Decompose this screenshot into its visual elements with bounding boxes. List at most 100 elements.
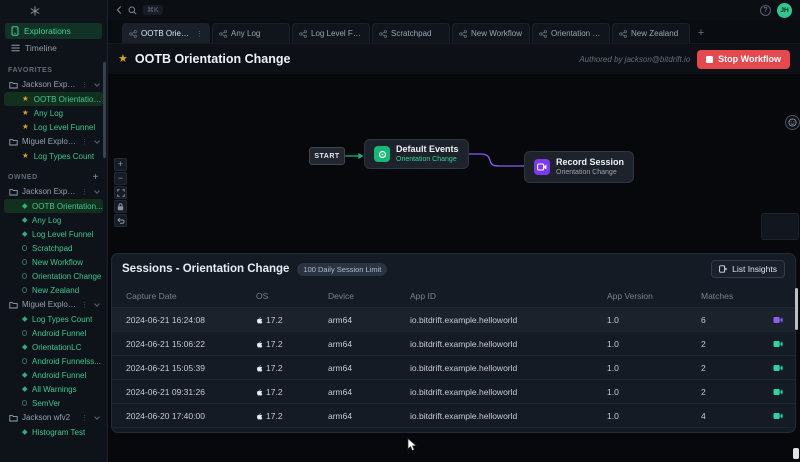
table-row[interactable]: 2024-06-21 15:06:22 17.2 arm64 io.bitdri… xyxy=(112,332,795,356)
sidebar-folder[interactable]: Jackson wfv2 xyxy=(0,410,107,425)
avatar[interactable]: JH xyxy=(777,3,792,18)
sidebar-exploration-item[interactable]: OOTB Orientation... xyxy=(4,199,103,213)
sidebar-exploration-item[interactable]: Android Funnelss... xyxy=(4,354,103,368)
workflow-tab[interactable]: OOTB Orientation... xyxy=(122,23,210,43)
workflow-tab[interactable]: New Zealand xyxy=(612,23,690,43)
node-subtitle: Orientation Change xyxy=(396,155,459,164)
undo-button[interactable] xyxy=(114,214,127,227)
kebab-menu-icon[interactable] xyxy=(81,300,88,309)
column-app-id[interactable]: App ID xyxy=(410,291,607,301)
table-row[interactable]: 2024-06-21 09:31:26 17.2 arm64 io.bitdri… xyxy=(112,380,795,404)
exploration-item-label: New Workflow xyxy=(32,258,83,267)
sidebar-folder[interactable]: Jackson Explor... xyxy=(0,77,107,92)
matches-cell: 2 xyxy=(701,363,761,373)
column-device[interactable]: Device xyxy=(328,291,410,301)
sidebar-exploration-item[interactable]: Android Funnel xyxy=(4,368,103,382)
device-cell: arm64 xyxy=(328,387,410,397)
chevron-down-icon[interactable] xyxy=(94,188,100,194)
sidebar-folder[interactable]: Miguel Explorati... xyxy=(0,134,107,149)
table-row[interactable]: 2024-06-20 17:40:00 17.2 arm64 io.bitdri… xyxy=(112,404,795,428)
sidebar-favorite-item[interactable]: OOTB Orientation ... xyxy=(4,92,103,106)
table-row[interactable]: 2024-06-21 15:05:39 17.2 arm64 io.bitdri… xyxy=(112,356,795,380)
zoom-out-button[interactable]: − xyxy=(114,172,127,185)
sidebar-folder[interactable]: Jackson Explor... xyxy=(0,184,107,199)
sidebar-item-timeline[interactable]: Timeline xyxy=(5,40,102,56)
device-cell: arm64 xyxy=(328,363,410,373)
canvas-minimap[interactable] xyxy=(761,213,799,240)
start-node[interactable]: START xyxy=(309,147,345,165)
kebab-menu-icon[interactable] xyxy=(81,80,88,89)
sidebar-exploration-item[interactable]: OrientationLC xyxy=(4,340,103,354)
sidebar-item-label: Explorations xyxy=(24,26,71,36)
zoom-in-button[interactable]: + xyxy=(114,158,127,171)
record-session-node[interactable]: Record Session Orientation Change xyxy=(524,151,634,183)
page-header: OOTB Orientation Change Authored by jack… xyxy=(108,44,800,74)
tab-menu-icon[interactable] xyxy=(196,29,203,38)
help-button[interactable]: ? xyxy=(760,5,771,16)
sidebar-exploration-item[interactable]: Histogram Test xyxy=(4,425,103,439)
session-video-button[interactable] xyxy=(773,340,795,348)
favorite-star-icon[interactable] xyxy=(118,54,128,65)
scrollbar-corner[interactable] xyxy=(793,448,799,459)
workflow-tab[interactable]: Orientation Change xyxy=(532,23,610,43)
sidebar-scrollbar[interactable] xyxy=(103,62,106,158)
sidebar-exploration-item[interactable]: SemVer xyxy=(4,396,103,410)
column-app-version[interactable]: App Version xyxy=(607,291,701,301)
bullet-icon xyxy=(22,317,27,322)
timeline-icon xyxy=(11,44,20,52)
default-events-node[interactable]: Default Events Orientation Change xyxy=(364,139,469,169)
session-video-button[interactable] xyxy=(773,388,795,396)
column-matches[interactable]: Matches xyxy=(701,291,761,301)
sidebar-exploration-item[interactable]: Log Level Funnel xyxy=(4,227,103,241)
sidebar-exploration-item[interactable]: Log Types Count xyxy=(4,312,103,326)
list-insights-button[interactable]: List Insights xyxy=(711,260,785,278)
table-row[interactable]: 2024-06-21 16:24:08 17.2 arm64 io.bitdri… xyxy=(112,308,795,332)
os-cell: 17.2 xyxy=(256,315,328,325)
sidebar-exploration-item[interactable]: New Workflow xyxy=(4,255,103,269)
stop-workflow-button[interactable]: Stop Workflow xyxy=(697,50,790,69)
sidebar-exploration-item[interactable]: Any Log xyxy=(4,213,103,227)
page-scrollbar-thumb[interactable] xyxy=(795,288,798,330)
search-shortcut-badge[interactable]: ⌘K xyxy=(143,5,163,15)
sidebar-exploration-item[interactable]: Android Funnel xyxy=(4,326,103,340)
session-video-button[interactable] xyxy=(773,412,795,420)
session-video-button[interactable] xyxy=(773,364,795,372)
sidebar-exploration-item[interactable]: Orientation Change xyxy=(4,269,103,283)
chevron-down-icon[interactable] xyxy=(94,81,100,87)
session-video-button[interactable] xyxy=(773,316,795,324)
lock-button[interactable] xyxy=(114,200,127,213)
workflow-tab[interactable]: New Workflow xyxy=(452,23,530,43)
workflow-tab[interactable]: Log Level Funnel xyxy=(292,23,370,43)
sidebar-exploration-item[interactable]: Scratchpad xyxy=(4,241,103,255)
favorite-item-label: Log Level Funnel xyxy=(34,123,95,132)
sidebar-exploration-item[interactable]: All Warnings xyxy=(4,382,103,396)
workflow-canvas[interactable]: START Default Events Orientation Change … xyxy=(108,74,800,462)
apple-icon xyxy=(256,316,263,324)
feedback-chat-button[interactable] xyxy=(785,115,800,130)
add-folder-button[interactable] xyxy=(93,172,99,183)
kebab-menu-icon[interactable] xyxy=(81,413,88,422)
sidebar-favorite-item[interactable]: Log Level Funnel xyxy=(4,120,103,134)
sidebar-favorite-item[interactable]: Any Log xyxy=(4,106,103,120)
column-os[interactable]: OS xyxy=(256,291,328,301)
fit-view-button[interactable] xyxy=(114,186,127,199)
bitdrift-logo-icon[interactable] xyxy=(30,6,40,16)
sidebar-exploration-item[interactable]: New Zealand xyxy=(4,283,103,297)
chevron-down-icon[interactable] xyxy=(94,138,100,144)
column-capture-date[interactable]: Capture Date xyxy=(126,291,256,301)
kebab-menu-icon[interactable] xyxy=(81,187,88,196)
chevron-down-icon[interactable] xyxy=(94,414,100,420)
chevron-down-icon[interactable] xyxy=(94,301,100,307)
search-icon[interactable] xyxy=(128,6,137,15)
app-id-cell: io.bitdrift.example.helloworld xyxy=(410,411,607,421)
star-icon xyxy=(22,109,29,117)
sidebar-folder[interactable]: Miguel Explorati... xyxy=(0,297,107,312)
new-tab-button[interactable] xyxy=(692,23,710,43)
back-chevron-icon[interactable] xyxy=(116,6,122,14)
sidebar-item-explorations[interactable]: Explorations xyxy=(5,23,102,39)
kebab-menu-icon[interactable] xyxy=(81,137,88,146)
bullet-icon xyxy=(22,359,27,364)
workflow-tab[interactable]: Any Log xyxy=(212,23,290,43)
sidebar-favorite-item[interactable]: Log Types Count xyxy=(4,149,103,163)
workflow-tab[interactable]: Scratchpad xyxy=(372,23,450,43)
